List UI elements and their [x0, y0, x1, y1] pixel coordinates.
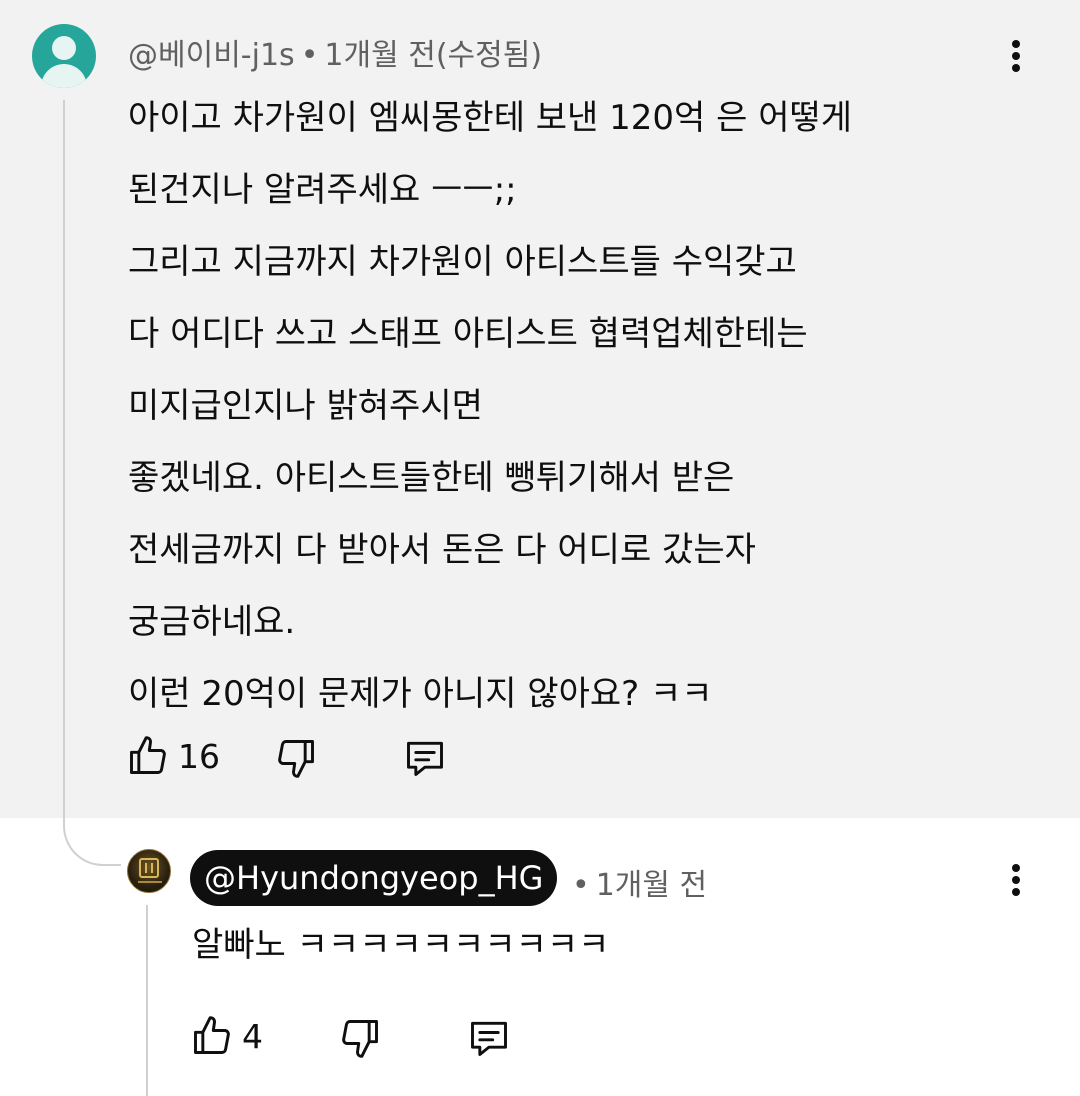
avatar-body: [41, 64, 87, 88]
comment-line: 아이고 차가원이 엠씨몽한테 보낸 120억 은 어떻게: [128, 98, 853, 138]
reply-author-pill[interactable]: @Hyundongyeop_HG: [190, 850, 558, 906]
thumbs-up-icon: [130, 736, 166, 774]
reply-comment-body: 알빠노 ㅋㅋㅋㅋㅋㅋㅋㅋㅋㅋ: [192, 925, 610, 965]
reply-thread-line: [146, 905, 148, 1096]
more-vert-icon[interactable]: [996, 850, 1036, 910]
thumbs-up-icon: [194, 1016, 230, 1054]
default-person-avatar-icon[interactable]: [32, 24, 96, 88]
reply-dislike-button[interactable]: [338, 1016, 382, 1060]
comment-line: 좋겠네요. 아티스트들한테 뺑튀기해서 받은: [128, 458, 735, 498]
channel-logo-avatar-icon[interactable]: [127, 849, 171, 893]
parent-comment-time: 1개월 전(수정됨): [324, 38, 543, 73]
logo-mark-inner: [145, 863, 153, 873]
parent-like-button[interactable]: 16: [126, 734, 220, 778]
reply-author-name: @Hyundongyeop_HG: [204, 859, 544, 897]
parent-comment-body: 아이고 차가원이 엠씨몽한테 보낸 120억 은 어떻게 된건지나 알려주세요 …: [128, 82, 1008, 730]
more-vert-icon[interactable]: [996, 26, 1036, 86]
parent-comment-meta: @베이비-j1s • 1개월 전(수정됨): [128, 30, 542, 74]
comment-line: 그리고 지금까지 차가원이 아티스트들 수익갖고: [128, 242, 797, 282]
meta-separator: •: [572, 868, 590, 903]
parent-reply-button[interactable]: [402, 736, 448, 780]
comment-line: 이런 20억이 문제가 아니지 않아요? ㅋㅋ: [128, 674, 713, 714]
thread-line: [63, 100, 65, 805]
reply-comment-meta: • 1개월 전: [566, 860, 707, 904]
thread-connector: [63, 800, 121, 866]
thumbs-down-icon: [278, 740, 314, 778]
meta-separator: •: [300, 38, 319, 73]
reply-like-count: 4: [242, 1016, 263, 1056]
parent-author-name[interactable]: @베이비-j1s: [128, 38, 295, 73]
reply-comment-icon: [407, 741, 443, 776]
parent-dislike-button[interactable]: [274, 736, 318, 780]
comment-line: 전세금까지 다 받아서 돈은 다 어디로 갔는자: [128, 530, 756, 570]
reply-like-button[interactable]: 4: [190, 1014, 263, 1058]
comment-line: 된건지나 알려주세요 ㅡㅡ;;: [128, 170, 517, 210]
parent-like-count: 16: [178, 736, 220, 776]
comment-line: 다 어디다 쓰고 스태프 아티스트 협력업체한테는: [128, 314, 808, 354]
reply-comment-time: 1개월 전: [595, 868, 708, 903]
comment-line: 미지급인지나 밝혀주시면: [128, 386, 483, 426]
thumbs-down-icon: [342, 1020, 378, 1058]
avatar-head: [52, 36, 76, 60]
comment-line: 궁금하네요.: [128, 602, 296, 642]
reply-comment-icon: [471, 1021, 507, 1056]
logo-underline: [138, 881, 162, 883]
reply-reply-button[interactable]: [466, 1016, 512, 1060]
